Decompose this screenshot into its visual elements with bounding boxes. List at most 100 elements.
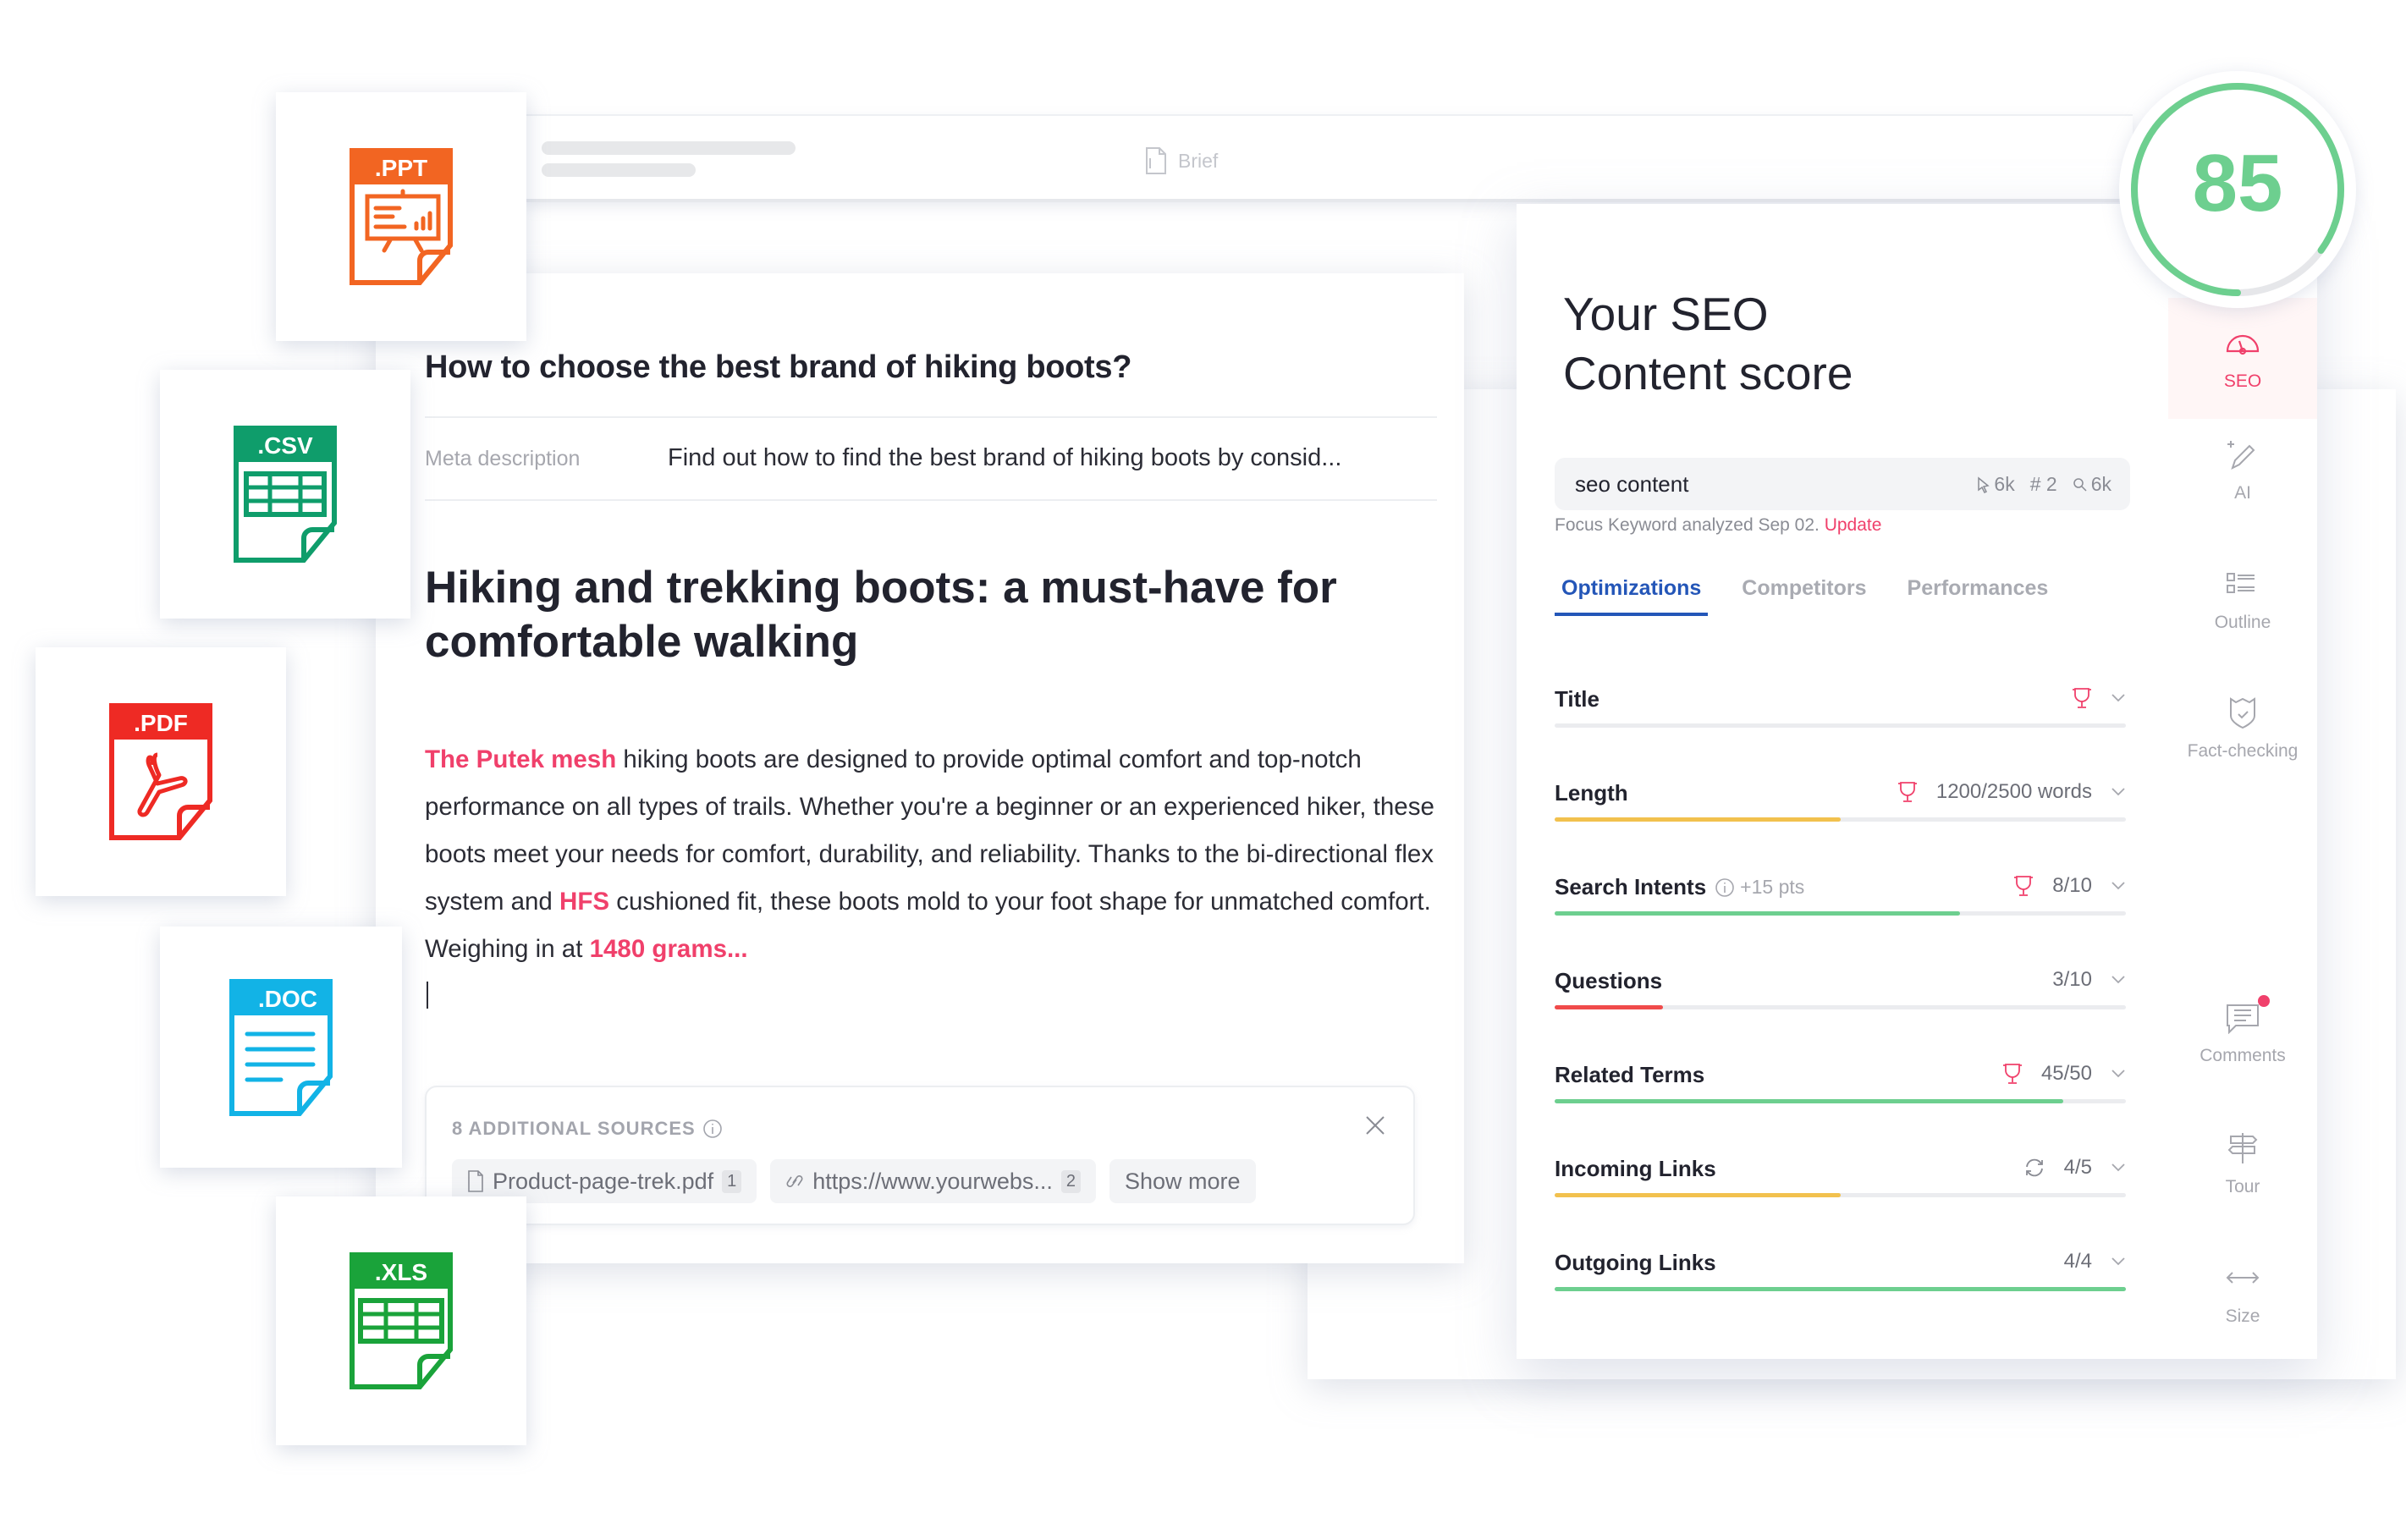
metric-name: Title: [1555, 686, 1599, 712]
shield-check-icon: [2230, 697, 2255, 729]
rail-label: SEO: [2223, 371, 2262, 391]
focus-keyword-field[interactable]: seo content 6k # 2 6k: [1555, 458, 2130, 510]
link-icon: [786, 1175, 803, 1187]
rail-label: Fact-checking: [2187, 741, 2299, 761]
info-icon[interactable]: [702, 1119, 723, 1139]
editor-header: Brief Editor: [525, 114, 2396, 1379]
file-card-doc[interactable]: .DOC: [160, 927, 402, 1168]
metric-progress-track: [1555, 1005, 2126, 1009]
rail-item-ai[interactable]: AI: [2168, 437, 2317, 503]
metric-row[interactable]: Outgoing Links 4/4: [1555, 1250, 2126, 1317]
chevron-down-icon[interactable]: [2111, 1163, 2126, 1173]
rail-label: Outline: [2214, 613, 2271, 632]
meta-description-input[interactable]: Find out how to find the best brand of h…: [668, 444, 1412, 472]
info-icon[interactable]: [1715, 877, 1735, 898]
file-card-xls[interactable]: .XLS: [276, 1196, 526, 1445]
rank-stat: # 2: [2029, 473, 2057, 495]
trophy-icon: [2014, 876, 2034, 896]
file-card-ppt[interactable]: .PPT: [276, 92, 526, 341]
document-title[interactable]: How to choose the best brand of hiking b…: [425, 349, 1131, 386]
metric-row[interactable]: Length 1200/2500 words: [1555, 780, 2126, 848]
metric-progress-fill: [1555, 1193, 1841, 1197]
metric-value: 4/4: [2063, 1250, 2092, 1273]
trophy-icon: [2002, 1064, 2022, 1084]
rail-label: AI: [2234, 483, 2251, 503]
metric-name: Questions: [1555, 968, 1663, 993]
article-heading[interactable]: Hiking and trekking boots: a must-have f…: [425, 561, 1398, 669]
chevron-down-icon[interactable]: [2111, 1069, 2126, 1079]
metric-progress-track: [1555, 723, 2126, 728]
metric-name: Incoming Links: [1555, 1156, 1716, 1181]
seo-score-value: 85: [2192, 138, 2283, 228]
metric-row[interactable]: Search Intents +15 pts 8/10: [1555, 874, 2126, 942]
xls-file-icon: .XLS: [350, 1252, 453, 1389]
metric-extra: +15 pts: [1715, 876, 1804, 899]
file-card-pdf[interactable]: .PDF: [36, 647, 286, 896]
metric-value: 45/50: [2040, 1062, 2092, 1085]
source-chip[interactable]: https://www.yourwebs... 2: [770, 1159, 1096, 1203]
metric-status: 45/50: [2002, 1062, 2126, 1086]
seo-tabs: Optimizations Competitors Performances: [1555, 576, 2055, 616]
sources-heading: 8 ADDITIONAL SOURCES: [452, 1118, 723, 1140]
rail-item-tour[interactable]: Tour: [2168, 1131, 2317, 1197]
additional-sources-panel: 8 ADDITIONAL SOURCES Product-page-trek.p…: [425, 1086, 1415, 1225]
rail-item-seo[interactable]: SEO: [2168, 298, 2317, 419]
doc-file-icon: .DOC: [229, 978, 333, 1116]
rail-item-fact-checking[interactable]: Fact-checking: [2168, 696, 2317, 762]
rail-item-size[interactable]: Size: [2168, 1261, 2317, 1327]
chevron-down-icon[interactable]: [2111, 881, 2126, 891]
metric-progress-fill: [1555, 1287, 2126, 1291]
rail-item-outline[interactable]: Outline: [2168, 567, 2317, 633]
metric-status: 3/10: [2052, 968, 2126, 992]
article-body[interactable]: The Putek mesh hiking boots are designed…: [425, 736, 1449, 973]
seo-title-line: Content score: [1563, 347, 1853, 399]
notification-badge: [2258, 995, 2270, 1007]
chevron-down-icon[interactable]: [2111, 975, 2126, 985]
file-ext-label: .XLS: [375, 1259, 427, 1285]
metric-row[interactable]: Incoming Links 4/5: [1555, 1156, 2126, 1224]
highlight-term[interactable]: 1480 grams...: [590, 935, 748, 963]
metric-name: Related Terms: [1555, 1062, 1705, 1087]
ppt-file-icon: .PPT: [350, 148, 453, 285]
tab-performances[interactable]: Performances: [1901, 576, 2056, 616]
highlight-term[interactable]: The Putek mesh: [425, 745, 616, 773]
metric-row[interactable]: Related Terms 45/50: [1555, 1062, 2126, 1130]
metric-row[interactable]: Title: [1555, 686, 2126, 754]
close-icon[interactable]: [1363, 1113, 1388, 1138]
chevron-down-icon[interactable]: [2111, 787, 2126, 797]
tab-brief[interactable]: Brief: [1142, 146, 1218, 175]
metric-row[interactable]: Questions 3/10: [1555, 968, 2126, 1036]
file-card-csv[interactable]: .CSV: [160, 370, 410, 619]
title-placeholder-line: [542, 141, 796, 155]
divider: [425, 499, 1437, 501]
search-volume-value: 6k: [2090, 473, 2111, 495]
csv-file-icon: .CSV: [234, 426, 337, 563]
metric-status: 8/10: [2013, 874, 2126, 898]
metric-status: [2072, 686, 2126, 710]
sources-heading-label: 8 ADDITIONAL SOURCES: [452, 1118, 696, 1139]
clicks-stat: 6k: [1977, 473, 2015, 496]
file-ext-label: .DOC: [258, 986, 317, 1012]
gauge-icon: [2226, 334, 2260, 355]
metric-value: 4/5: [2063, 1156, 2092, 1179]
metric-name: Length: [1555, 780, 1628, 806]
tab-competitors[interactable]: Competitors: [1735, 576, 1873, 616]
show-more-button[interactable]: Show more: [1109, 1159, 1256, 1203]
document-icon: [1146, 147, 1166, 174]
focus-keyword-value: seo content: [1575, 471, 1689, 497]
metric-label: Questions: [1555, 968, 1662, 994]
chevron-down-icon[interactable]: [2111, 1257, 2126, 1267]
metric-status: 4/4: [2064, 1250, 2126, 1273]
ai-pencil-icon: [2227, 441, 2255, 470]
chevron-down-icon[interactable]: [2111, 693, 2126, 703]
metric-status: 1200/2500 words: [1897, 780, 2126, 804]
file-icon: [468, 1170, 483, 1192]
signpost-icon: [2227, 1133, 2258, 1163]
metric-label: Incoming Links: [1555, 1156, 1716, 1182]
highlight-term[interactable]: HFS: [559, 888, 609, 916]
update-link[interactable]: Update: [1825, 515, 1882, 535]
tab-optimizations[interactable]: Optimizations: [1555, 576, 1709, 616]
keyword-stats: 6k # 2 6k: [1977, 473, 2111, 496]
refresh-icon: [2025, 1158, 2043, 1177]
rail-item-comments[interactable]: Comments: [2168, 995, 2317, 1066]
